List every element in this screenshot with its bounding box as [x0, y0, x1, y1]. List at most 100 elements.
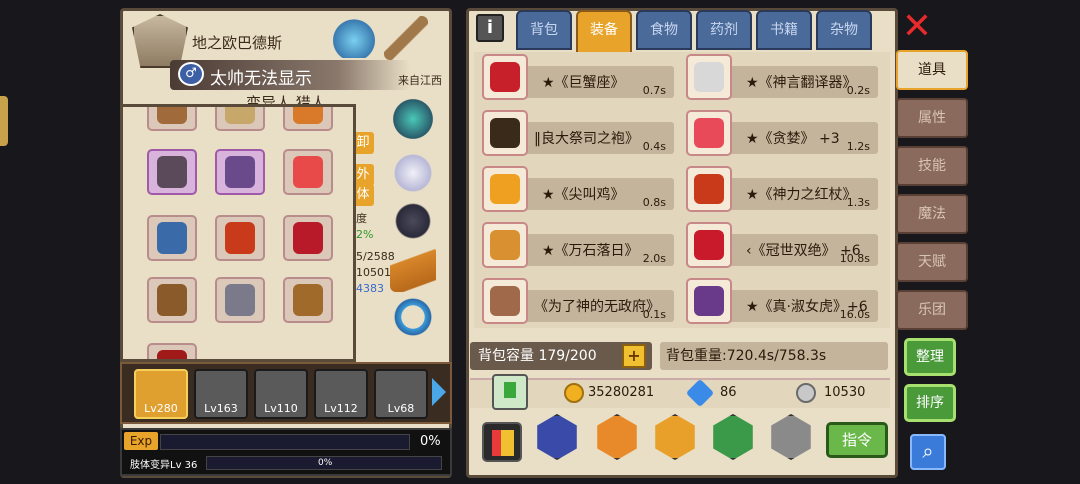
item-name: ★《万石落日》 [542, 243, 639, 259]
tab-potion[interactable]: 药剂 [696, 10, 752, 50]
search-icon[interactable]: ⌕ [910, 434, 946, 470]
download-button[interactable] [492, 374, 528, 410]
belt-slot-icon[interactable] [390, 198, 436, 244]
side-tab-band[interactable]: 乐团 [896, 290, 968, 330]
side-tab-talent[interactable]: 天赋 [896, 242, 968, 282]
hanger-icon[interactable] [384, 16, 428, 60]
item-weight: 10.8s [839, 252, 870, 265]
horned-helm-icon [157, 350, 187, 359]
hero-portrait[interactable]: Lv112 [314, 369, 368, 419]
side-tab-skills[interactable]: 技能 [896, 146, 968, 186]
scroll-icon [490, 286, 520, 316]
player-name: 太帅无法显示 [210, 69, 312, 89]
tab-bag[interactable]: 背包 [516, 10, 572, 50]
chest-icon [293, 284, 323, 316]
item-weight: 2.0s [642, 252, 666, 265]
organize-button[interactable]: 整理 [904, 338, 956, 376]
hero-portrait[interactable]: Lv110 [254, 369, 308, 419]
equip-slot[interactable] [283, 107, 333, 131]
list-item[interactable]: ★《真·淑女虎》+6 16.0s [682, 278, 880, 324]
ring-slot-icon[interactable] [390, 294, 436, 340]
stat-percent: 2% [356, 228, 374, 241]
item-weight: 1.2s [846, 140, 870, 153]
hero-level: Lv280 [144, 402, 178, 415]
equip-slot[interactable] [147, 277, 197, 323]
hero-portrait[interactable]: Lv280 [134, 369, 188, 419]
tab-food[interactable]: 食物 [636, 10, 692, 50]
equip-slot[interactable] [215, 149, 265, 195]
list-item[interactable]: ★《神力之红杖》 1.3s [682, 166, 880, 212]
portal-icon[interactable] [332, 14, 376, 58]
side-tab-items[interactable]: 道具 [896, 50, 968, 90]
left-edge-handle[interactable] [0, 96, 8, 146]
info-button[interactable]: i [476, 14, 504, 42]
stat-value: 10501 [356, 266, 391, 279]
equip-slot[interactable] [147, 215, 197, 261]
list-item[interactable]: ★《巨蟹座》 0.7s [478, 54, 676, 100]
equip-slot[interactable] [215, 277, 265, 323]
stat-label: 度 [356, 212, 367, 225]
list-item[interactable]: ★《尖叫鸡》 0.8s [478, 166, 676, 212]
item-slot [482, 110, 528, 156]
player-origin: 来自江西 [398, 74, 442, 87]
equip-slot[interactable] [283, 215, 333, 261]
item-slot [482, 222, 528, 268]
equip-slot[interactable] [147, 107, 197, 131]
item-slot [686, 110, 732, 156]
armor-icon [225, 284, 255, 316]
item-weight: 0.2s [846, 84, 870, 97]
equip-slot[interactable] [215, 215, 265, 261]
item-slot [482, 54, 528, 100]
ring-icon [157, 156, 187, 188]
red-pot-icon [293, 222, 323, 254]
ranking-button[interactable] [482, 422, 522, 462]
item-slot [686, 166, 732, 212]
glove-slot-icon[interactable] [390, 150, 436, 196]
item-slot [686, 54, 732, 100]
list-item[interactable]: 《为了神的无政府》 0.1s [478, 278, 676, 324]
item-slot [482, 166, 528, 212]
mutation-percent: 0% [318, 458, 333, 468]
hero-level: Lv68 [387, 402, 415, 415]
list-item[interactable]: ‹《冠世双绝》 +6 10.8s [682, 222, 880, 268]
tab-equipment[interactable]: 装备 [576, 10, 632, 54]
list-item[interactable]: ★《贪婪》 +3 1.2s [682, 110, 880, 156]
translator-icon [694, 62, 724, 92]
item-name: ★《神力之红杖》 [746, 187, 857, 203]
hero-portrait[interactable]: Lv68 [374, 369, 428, 419]
side-tab-magic[interactable]: 魔法 [896, 194, 968, 234]
cannon-icon [157, 222, 187, 254]
expand-capacity-button[interactable]: + [622, 344, 646, 368]
amulet-slot-icon[interactable] [390, 96, 436, 142]
tab-books[interactable]: 书籍 [756, 10, 812, 50]
command-button[interactable]: 指令 [826, 422, 888, 458]
item-weight: 0.8s [642, 196, 666, 209]
equip-slot[interactable] [147, 343, 197, 359]
next-hero-arrow-icon[interactable] [432, 378, 446, 406]
side-tab-attributes[interactable]: 属性 [896, 98, 968, 138]
stat-hp: 5/2588 [356, 250, 395, 263]
ranking-icon [492, 430, 514, 456]
exp-label: Exp [124, 432, 158, 450]
boot-slot-icon[interactable] [390, 246, 436, 292]
chicken-icon [490, 174, 520, 204]
item-weight: 0.7s [642, 84, 666, 97]
list-item[interactable]: ★《万石落日》 2.0s [478, 222, 676, 268]
helmet-icon [225, 107, 255, 124]
hero-portrait[interactable]: Lv163 [194, 369, 248, 419]
purple-gem-icon [225, 156, 255, 188]
close-icon[interactable]: ✕ [900, 9, 934, 46]
equip-slot[interactable] [147, 149, 197, 195]
equip-slot[interactable] [283, 149, 333, 195]
staff-icon [694, 174, 724, 204]
exp-bar [160, 434, 410, 450]
equip-slot[interactable] [283, 277, 333, 323]
tab-misc[interactable]: 杂物 [816, 10, 872, 50]
sort-button[interactable]: 排序 [904, 384, 956, 422]
list-item[interactable]: ★《神言翻译器》 0.2s [682, 54, 880, 100]
mutation-label: 肢体变异Lv 36 [130, 460, 198, 471]
equip-slot[interactable] [215, 107, 265, 131]
hero-bar: Lv280 Lv163 Lv110 Lv112 Lv68 [120, 362, 452, 424]
list-item[interactable]: ‖良大祭司之袍》 0.4s [478, 110, 676, 156]
item-name: ★《巨蟹座》 [542, 75, 625, 91]
